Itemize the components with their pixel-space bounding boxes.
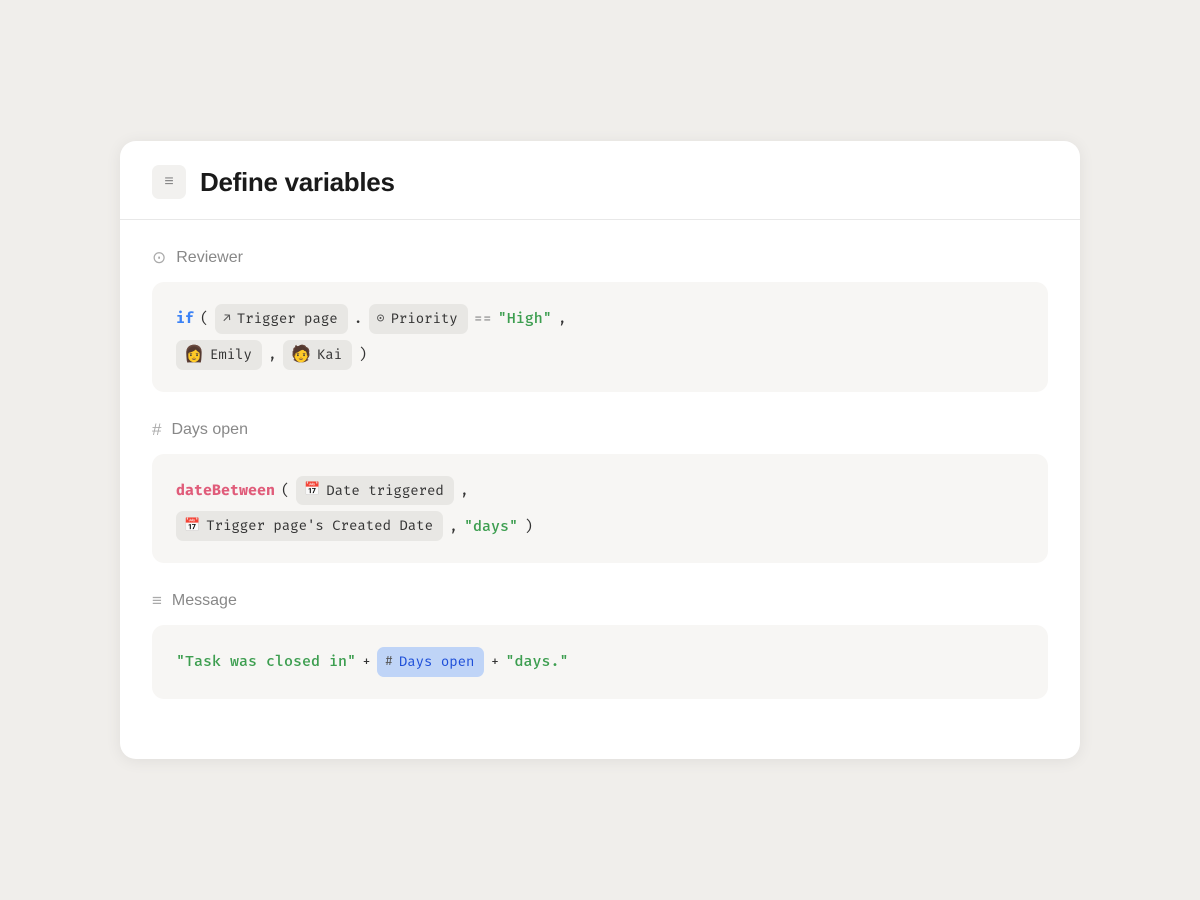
message-code-block: "Task was closed in" + # Days open + "da… <box>152 625 1048 699</box>
emily-label: Emily <box>210 343 252 367</box>
kai-avatar-icon: 🧑 <box>291 347 311 363</box>
message-label-text: Message <box>172 592 237 610</box>
hash-ref-icon: # <box>385 651 393 673</box>
date-triggered-pill[interactable]: 📅 Date triggered <box>296 476 454 506</box>
card-header: ≡ Define variables <box>120 141 1080 220</box>
comma-4: , <box>449 514 458 540</box>
message-label: ≡ Message <box>152 591 1048 611</box>
calendar-icon: 📅 <box>304 479 320 501</box>
task-closed-string: "Task was closed in" <box>176 649 356 675</box>
calendar-2-icon: 📅 <box>184 515 200 537</box>
reviewer-label-text: Reviewer <box>176 249 243 267</box>
days-open-ref-label: Days open <box>399 650 475 674</box>
days-open-ref-pill[interactable]: # Days open <box>377 647 484 677</box>
days-open-code-block: dateBetween ( 📅 Date triggered , 📅 Trigg… <box>152 454 1048 564</box>
dropdown-icon: ⊙ <box>377 308 385 330</box>
trigger-page-label: Trigger page <box>237 307 338 331</box>
days-open-section: # Days open dateBetween ( 📅 Date trigger… <box>120 420 1080 564</box>
equals-op: == <box>474 306 492 332</box>
person-icon: ⊙ <box>152 248 166 268</box>
kai-pill[interactable]: 🧑 Kai <box>283 340 352 370</box>
open-paren: ( <box>200 306 209 332</box>
if-keyword: if <box>176 306 194 332</box>
arrow-up-right-icon: ↗ <box>223 308 231 330</box>
reviewer-code-line-2: 👩 Emily , 🧑 Kai ) <box>176 340 1024 370</box>
reviewer-section: ⊙ Reviewer if ( ↗ Trigger page . ⊙ Prior… <box>120 248 1080 392</box>
comma-3: , <box>460 478 469 504</box>
date-triggered-label: Date triggered <box>326 479 444 503</box>
plus-1: + <box>362 649 371 675</box>
days-open-label: # Days open <box>152 420 1048 440</box>
card-title: Define variables <box>200 167 395 198</box>
open-paren-2: ( <box>281 478 290 504</box>
priority-pill[interactable]: ⊙ Priority <box>369 304 468 334</box>
reviewer-code-line-1: if ( ↗ Trigger page . ⊙ Priority == "Hig… <box>176 304 1024 334</box>
hash-icon: # <box>152 420 161 440</box>
days-open-code-line-2: 📅 Trigger page's Created Date , "days" ) <box>176 511 1024 541</box>
datebetween-keyword: dateBetween <box>176 478 275 504</box>
menu-icon: ≡ <box>164 173 173 191</box>
emily-pill[interactable]: 👩 Emily <box>176 340 262 370</box>
lines-icon: ≡ <box>152 591 162 611</box>
created-date-label: Trigger page's Created Date <box>206 514 433 538</box>
reviewer-code-block: if ( ↗ Trigger page . ⊙ Priority == "Hig… <box>152 282 1048 392</box>
days-open-code-line-1: dateBetween ( 📅 Date triggered , <box>176 476 1024 506</box>
close-paren: ) <box>358 342 367 368</box>
comma-2: , <box>268 342 277 368</box>
priority-label: Priority <box>391 307 458 331</box>
emily-avatar-icon: 👩 <box>184 347 204 363</box>
kai-label: Kai <box>317 343 342 367</box>
header-icon: ≡ <box>152 165 186 199</box>
high-string: "High" <box>498 306 552 332</box>
days-open-label-text: Days open <box>171 421 248 439</box>
message-section: ≡ Message "Task was closed in" + # Days … <box>120 591 1080 699</box>
main-card: ≡ Define variables ⊙ Reviewer if ( ↗ Tri… <box>120 141 1080 759</box>
reviewer-label: ⊙ Reviewer <box>152 248 1048 268</box>
trigger-page-pill[interactable]: ↗ Trigger page <box>215 304 348 334</box>
dot-separator: . <box>354 306 363 332</box>
days-string: "days" <box>464 514 518 540</box>
message-code-line-1: "Task was closed in" + # Days open + "da… <box>176 647 1024 677</box>
created-date-pill[interactable]: 📅 Trigger page's Created Date <box>176 511 443 541</box>
comma-1: , <box>558 306 567 332</box>
plus-2: + <box>490 649 499 675</box>
close-paren-2: ) <box>524 514 533 540</box>
days-period-string: "days." <box>505 649 568 675</box>
